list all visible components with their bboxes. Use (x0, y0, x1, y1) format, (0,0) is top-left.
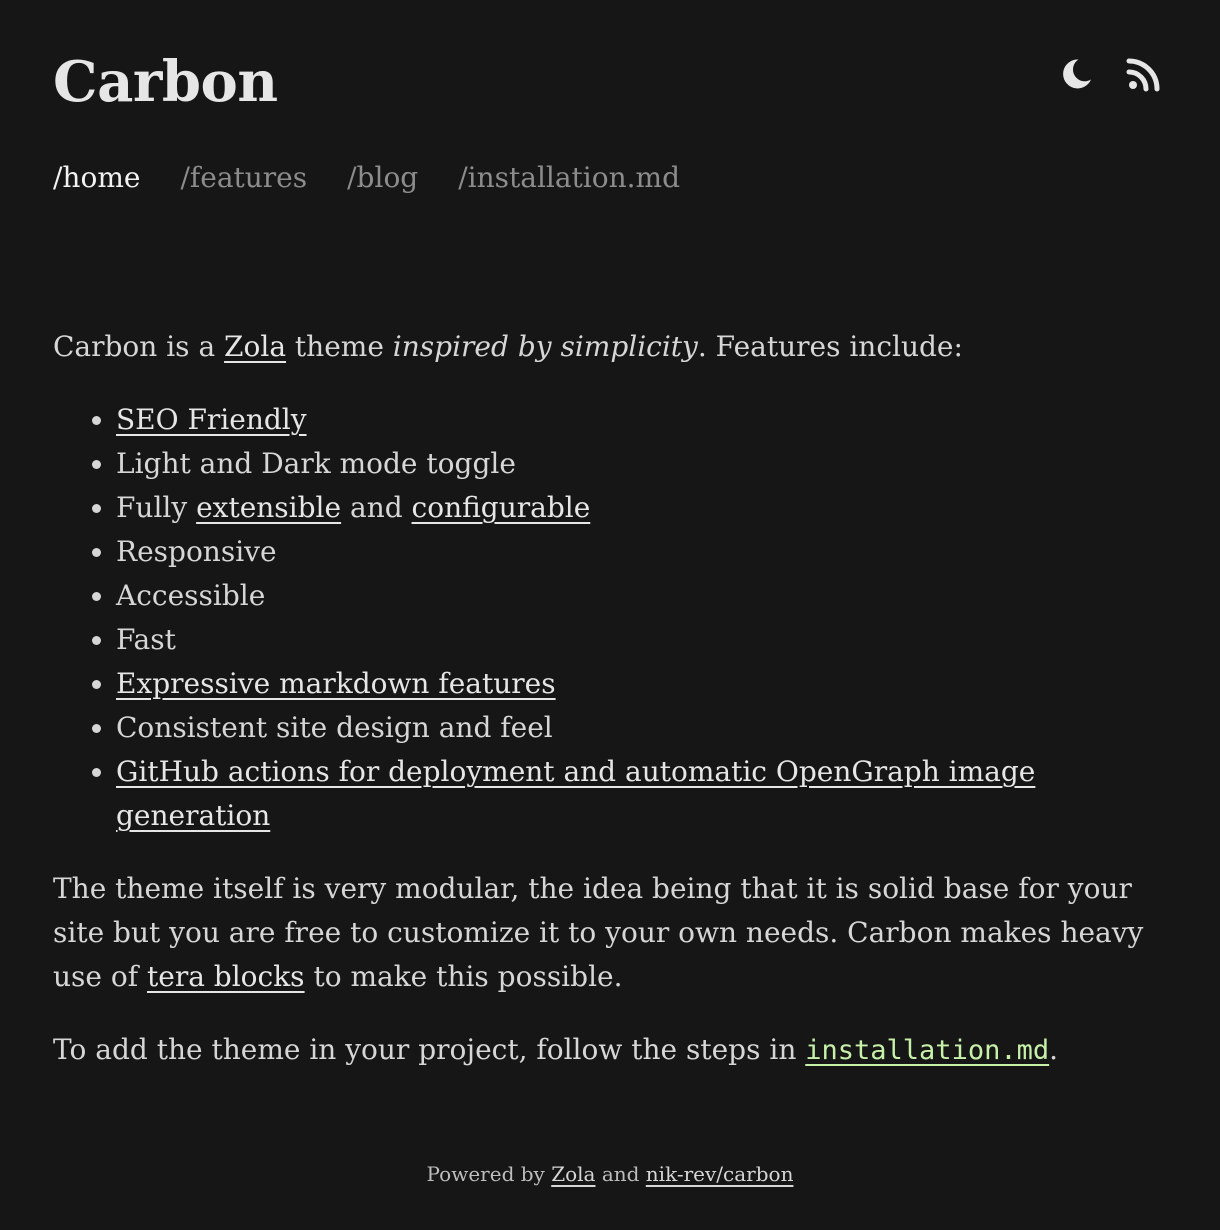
extensible-link[interactable]: extensible (196, 491, 341, 524)
list-item: Fast (116, 618, 1173, 662)
list-item: Fully extensible and configurable (116, 486, 1173, 530)
list-item: Expressive markdown features (116, 662, 1173, 706)
list-item-text: and (341, 491, 412, 524)
nav-installation[interactable]: /installation.md (458, 158, 680, 198)
paragraph-text: To add the theme in your project, follow… (53, 1033, 806, 1066)
footer-zola-link[interactable]: Zola (551, 1162, 595, 1186)
main-content: Carbon is a Zola theme inspired by simpl… (53, 325, 1173, 1102)
zola-link[interactable]: Zola (224, 330, 286, 363)
installation-link[interactable]: installation.md (805, 1033, 1049, 1066)
list-item: Accessible (116, 574, 1173, 618)
paragraph-text: to make this possible. (304, 960, 623, 993)
footer-text: and (595, 1162, 646, 1186)
rss-icon[interactable] (1126, 56, 1162, 92)
footer: Powered by Zola and nik-rev/carbon (0, 1158, 1220, 1190)
list-item-text: Fully (116, 491, 197, 524)
site-title[interactable]: Carbon (53, 46, 278, 118)
footer-text: Powered by (426, 1162, 552, 1186)
features-list: SEO Friendly Light and Dark mode toggle … (53, 398, 1173, 838)
installation-code: installation.md (805, 1035, 1050, 1066)
seo-friendly-link[interactable]: SEO Friendly (116, 403, 307, 436)
header-actions (1058, 56, 1162, 92)
nav-home[interactable]: /home (53, 158, 140, 198)
github-actions-link[interactable]: GitHub actions for deployment and automa… (116, 755, 1035, 832)
list-item: Consistent site design and feel (116, 706, 1173, 750)
nav-features[interactable]: /features (180, 158, 307, 198)
intro-paragraph: Carbon is a Zola theme inspired by simpl… (53, 325, 1173, 369)
list-item: SEO Friendly (116, 398, 1173, 442)
configurable-link[interactable]: configurable (412, 491, 591, 524)
intro-text: Carbon is a (53, 330, 225, 363)
paragraph-text: . (1049, 1033, 1059, 1066)
moon-icon[interactable] (1058, 56, 1094, 92)
list-item: Responsive (116, 530, 1173, 574)
nav-blog[interactable]: /blog (347, 158, 418, 198)
footer-carbon-link[interactable]: nik-rev/carbon (646, 1162, 794, 1186)
list-item: GitHub actions for deployment and automa… (116, 750, 1173, 838)
intro-text: theme (286, 330, 393, 363)
tera-blocks-link[interactable]: tera blocks (147, 960, 305, 993)
markdown-features-link[interactable]: Expressive markdown features (116, 667, 556, 700)
list-item: Light and Dark mode toggle (116, 442, 1173, 486)
intro-text: . Features include: (697, 330, 963, 363)
install-paragraph: To add the theme in your project, follow… (53, 1028, 1173, 1073)
modular-paragraph: The theme itself is very modular, the id… (53, 867, 1173, 999)
intro-emphasis: inspired by simplicity (392, 330, 698, 363)
main-nav: /home /features /blog /installation.md (53, 158, 680, 198)
